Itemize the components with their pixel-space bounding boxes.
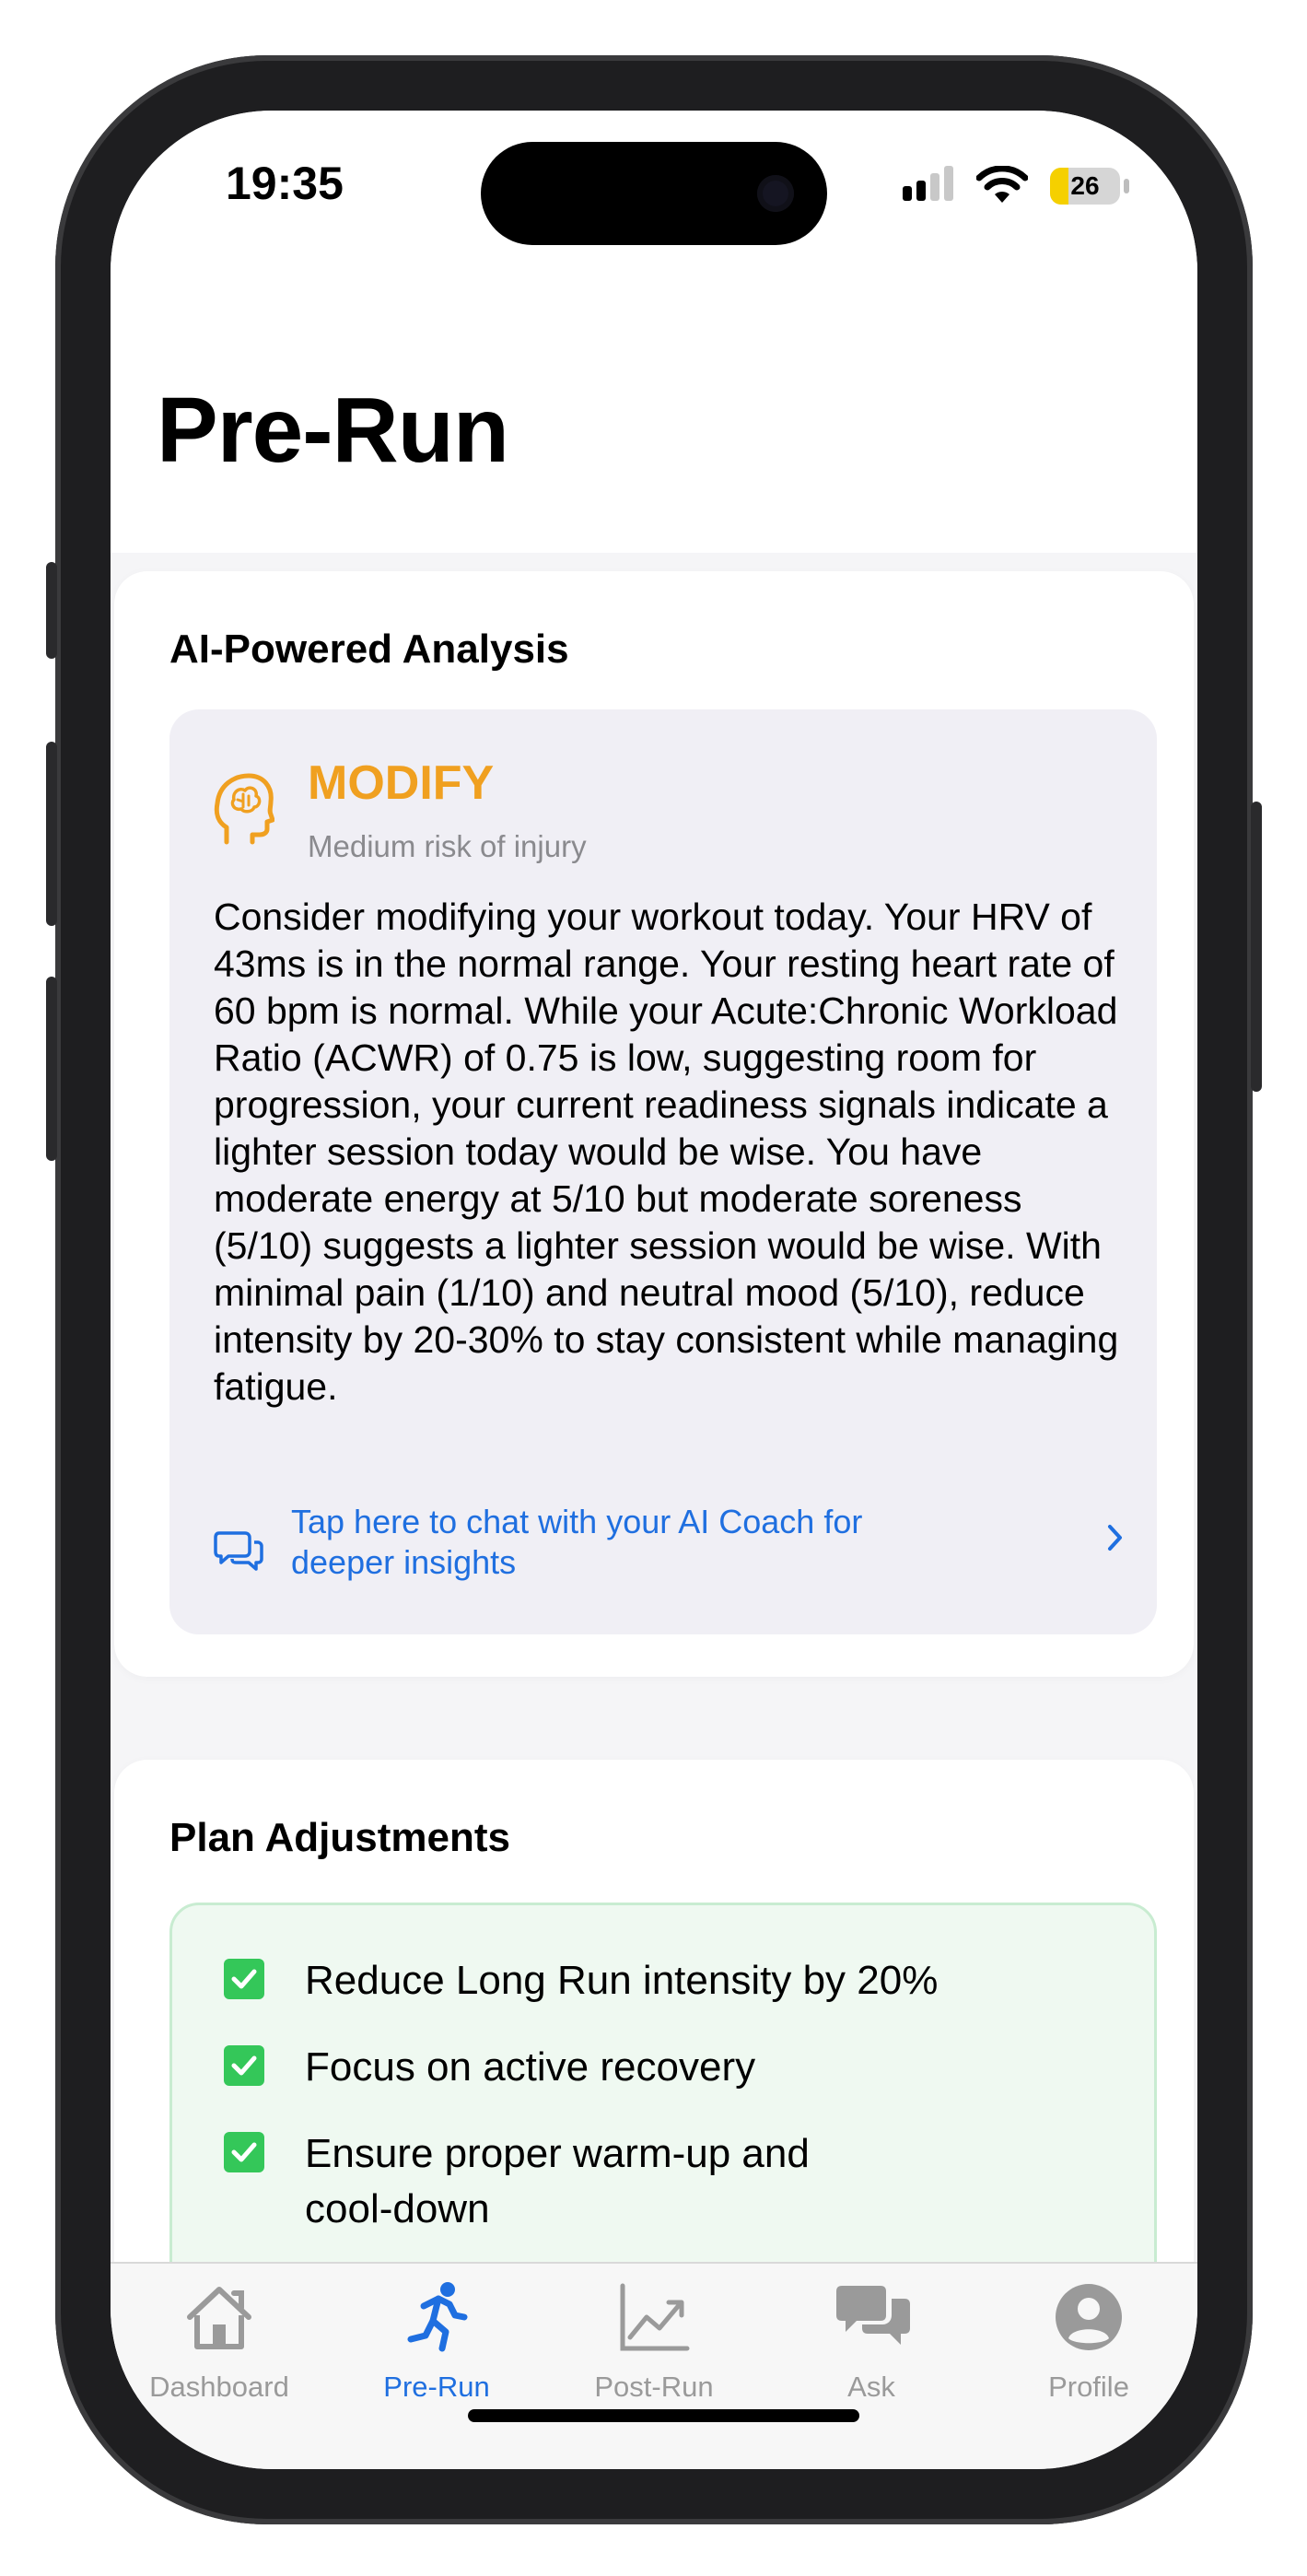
tab-ask[interactable]: Ask bbox=[763, 2280, 980, 2418]
battery-cap bbox=[1124, 179, 1129, 193]
tab-dashboard[interactable]: Dashboard bbox=[111, 2280, 328, 2418]
checkbox-checked-icon bbox=[224, 2045, 264, 2086]
tab-post-run[interactable]: Post-Run bbox=[545, 2280, 763, 2418]
chat-bubbles-outline-icon bbox=[214, 1531, 263, 1571]
app-screen: 19:35 26 Pre-Run AI-Powered Analysis MOD… bbox=[111, 111, 1197, 2469]
analysis-card-title: AI-Powered Analysis bbox=[169, 626, 569, 672]
tab-label: Dashboard bbox=[149, 2371, 289, 2403]
status-bar: 19:35 26 bbox=[111, 111, 1197, 276]
battery-percent: 26 bbox=[1070, 171, 1100, 200]
tab-label: Profile bbox=[1048, 2371, 1129, 2403]
dynamic-island bbox=[481, 142, 827, 245]
chat-link-text: Tap here to chat with your AI Coach for … bbox=[291, 1503, 863, 1581]
battery-icon: 26 bbox=[1050, 168, 1120, 205]
analysis-card: AI-Powered Analysis MODIFY Medium risk o… bbox=[114, 571, 1194, 1677]
tab-label: Post-Run bbox=[594, 2371, 714, 2403]
power-button bbox=[1251, 802, 1262, 1092]
volume-up-button bbox=[46, 742, 57, 926]
adjustment-label: Reduce Long Run intensity by 20% bbox=[305, 1958, 939, 2003]
analysis-panel: MODIFY Medium risk of injury Consider mo… bbox=[169, 709, 1157, 1634]
plan-adjustments-title: Plan Adjustments bbox=[169, 1815, 510, 1860]
chevron-right-icon bbox=[1108, 1525, 1122, 1551]
camera-icon bbox=[757, 175, 794, 212]
ai-coach-chat-link[interactable]: Tap here to chat with your AI Coach for … bbox=[214, 1502, 1126, 1594]
action-button bbox=[46, 562, 57, 659]
wifi-icon bbox=[976, 166, 1028, 203]
home-indicator[interactable] bbox=[468, 2409, 859, 2422]
analysis-text: Consider modifying your workout today. Y… bbox=[214, 896, 1119, 1408]
brain-head-icon bbox=[214, 773, 274, 845]
running-figure-icon bbox=[407, 2282, 468, 2352]
house-icon bbox=[187, 2287, 251, 2349]
checkbox-checked-icon bbox=[224, 1959, 264, 1999]
person-circle-icon bbox=[1056, 2284, 1122, 2350]
chat-bubbles-icon bbox=[836, 2286, 910, 2345]
tab-label: Pre-Run bbox=[383, 2371, 490, 2403]
tab-bar: Dashboard Pre-Run Post-Run Ask Profile bbox=[111, 2262, 1197, 2469]
risk-level: Medium risk of injury bbox=[308, 829, 587, 863]
adjustment-label: Focus on active recovery bbox=[305, 2044, 756, 2090]
checkbox-checked-icon bbox=[224, 2132, 264, 2172]
recommendation-label: MODIFY bbox=[308, 756, 495, 810]
page-title: Pre-Run bbox=[157, 379, 509, 482]
adjustment-label: Ensure proper warm-up and cool-down bbox=[305, 2131, 810, 2231]
status-time: 19:35 bbox=[226, 158, 344, 209]
tab-pre-run[interactable]: Pre-Run bbox=[328, 2280, 545, 2418]
tab-label: Ask bbox=[847, 2371, 895, 2403]
line-chart-icon bbox=[620, 2283, 690, 2351]
volume-down-button bbox=[46, 977, 57, 1161]
tab-profile[interactable]: Profile bbox=[980, 2280, 1197, 2418]
